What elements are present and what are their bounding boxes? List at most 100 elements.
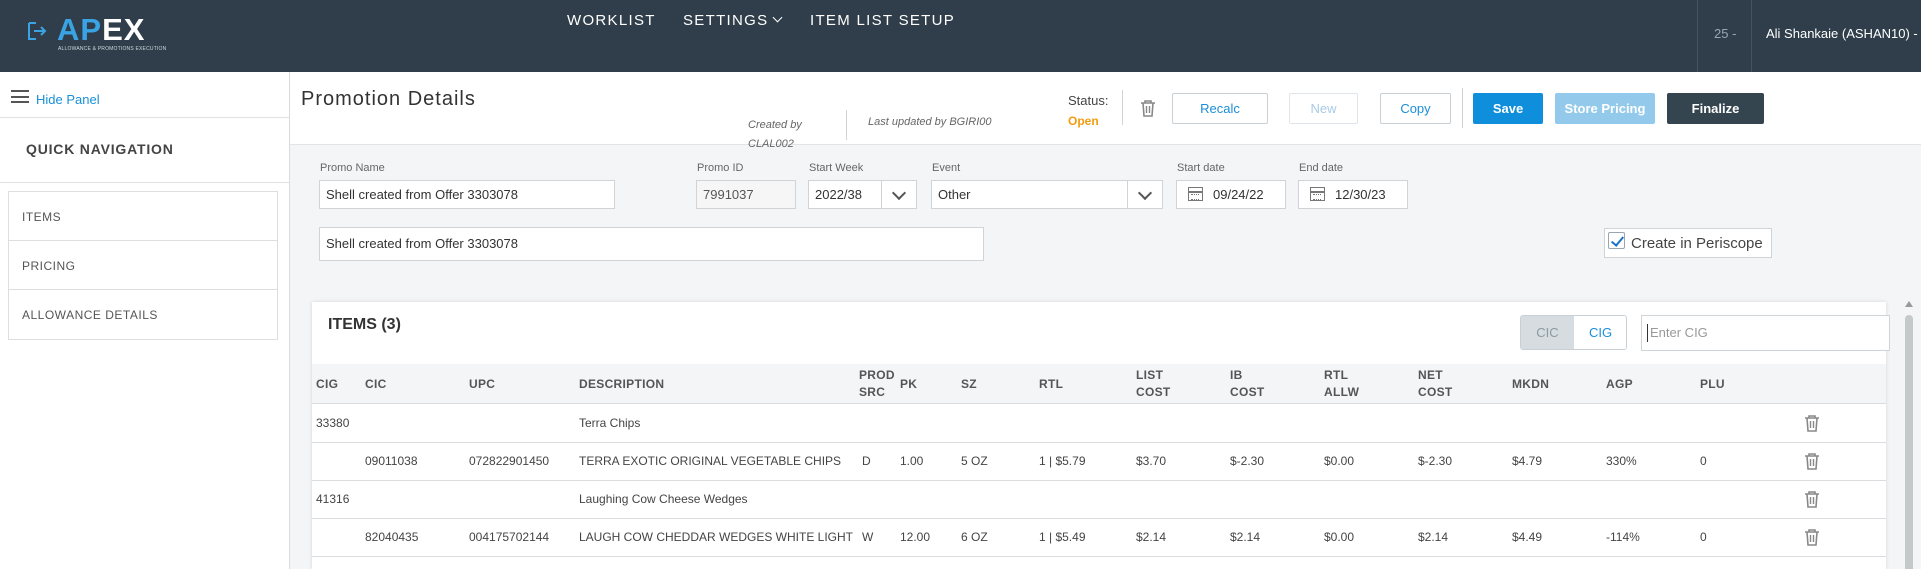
user-menu[interactable]: Ali Shankaie (ASHAN10) -: [1766, 26, 1918, 41]
column-header-ib-cost[interactable]: IB COST: [1230, 364, 1265, 404]
column-header-sz[interactable]: SZ: [961, 364, 977, 404]
column-header-description[interactable]: DESCRIPTION: [579, 364, 664, 404]
cell-cic: 82040435: [365, 530, 419, 544]
nav-worklist[interactable]: WORKLIST: [567, 12, 656, 29]
column-header-rtl[interactable]: RTL: [1039, 364, 1063, 404]
column-header-list-cost[interactable]: LIST COST: [1136, 364, 1171, 404]
scrollbar-thumb[interactable]: [1905, 315, 1913, 569]
quick-navigation-list: ITEMS PRICING ALLOWANCE DETAILS: [8, 191, 278, 340]
scroll-up-arrow-icon[interactable]: [1905, 301, 1913, 307]
delete-promotion-trash-icon[interactable]: [1140, 99, 1156, 117]
notification-counter[interactable]: 25 -: [1714, 26, 1736, 41]
column-header-net-cost[interactable]: NET COST: [1418, 364, 1453, 404]
cell-plu: 0: [1700, 454, 1707, 468]
promotion-header: Promotion Details Created by CLAL002 Las…: [290, 72, 1921, 150]
cell-ib-cost: $2.14: [1230, 530, 1261, 544]
created-by-text: Created by CLAL002: [748, 119, 802, 150]
calendar-icon[interactable]: [1310, 187, 1325, 201]
delete-row-trash-icon[interactable]: [1804, 414, 1820, 432]
promo-name-label: Promo Name: [320, 162, 385, 174]
logout-arrow-icon[interactable]: [26, 20, 48, 42]
promo-name-field[interactable]: Shell created from Offer 3303078: [319, 180, 615, 209]
cell-mkdn: $4.49: [1512, 530, 1543, 544]
column-header-agp[interactable]: AGP: [1606, 364, 1633, 404]
cell-list-cost: $2.14: [1136, 530, 1167, 544]
quick-nav-item-allowance-details[interactable]: ALLOWANCE DETAILS: [9, 290, 277, 339]
cell-net-cost: $-2.30: [1418, 454, 1453, 468]
header-divider: [1122, 90, 1123, 125]
cig-search-input[interactable]: Enter CIG: [1641, 315, 1890, 351]
cell-upc: 072822901450: [469, 454, 550, 468]
toggle-cic[interactable]: CIC: [1521, 316, 1574, 349]
start-week-select[interactable]: 2022/38: [808, 180, 917, 209]
chevron-down-icon[interactable]: [1127, 181, 1162, 208]
cell-upc: 004175702144: [469, 530, 550, 544]
cell-rtl: 1 | $5.49: [1039, 530, 1086, 544]
column-header-plu[interactable]: PLU: [1700, 364, 1725, 404]
hide-panel-link[interactable]: Hide Panel: [36, 92, 100, 107]
header-divider: [1462, 88, 1463, 128]
hamburger-menu-icon[interactable]: [11, 90, 29, 103]
cell-prod-src: D: [862, 454, 871, 468]
calendar-icon[interactable]: [1188, 187, 1203, 201]
promo-id-field: 7991037: [696, 180, 796, 209]
page-title: Promotion Details: [301, 88, 476, 110]
nav-settings[interactable]: SETTINGS: [683, 12, 783, 29]
finalize-button[interactable]: Finalize: [1667, 93, 1764, 124]
apex-logo[interactable]: APEX ALLOWANCE & PROMOTIONS EXECUTION: [26, 12, 166, 52]
items-title: ITEMS (3): [328, 316, 401, 333]
cell-rtl-allw: $0.00: [1324, 454, 1355, 468]
hide-panel-toggle[interactable]: Hide Panel: [0, 72, 289, 117]
end-date-field[interactable]: 12/30/23: [1298, 180, 1408, 209]
column-header-cig[interactable]: CIG: [316, 364, 338, 404]
quick-navigation-title: QUICK NAVIGATION: [26, 141, 174, 157]
table-row[interactable]: 82040435 004175702144 LAUGH COW CHEDDAR …: [312, 519, 1886, 557]
cell-cig: 33380: [316, 416, 350, 430]
cell-description: TERRA EXOTIC ORIGINAL VEGETABLE CHIPS: [579, 454, 842, 468]
cell-description: Terra Chips: [579, 416, 641, 430]
create-in-periscope-checkbox[interactable]: [1608, 232, 1625, 249]
column-header-mkdn[interactable]: MKDN: [1512, 364, 1549, 404]
cell-description: LAUGH COW CHEDDAR WEDGES WHITE LIGHT: [579, 530, 854, 544]
create-in-periscope-option[interactable]: Create in Periscope: [1604, 228, 1772, 258]
store-pricing-button[interactable]: Store Pricing: [1555, 93, 1655, 124]
column-header-cic[interactable]: CIC: [365, 364, 387, 404]
chevron-down-icon: [772, 12, 783, 23]
quick-nav-item-items[interactable]: ITEMS: [9, 192, 277, 241]
start-date-field[interactable]: 09/24/22: [1176, 180, 1286, 209]
event-label: Event: [932, 162, 961, 174]
cell-agp: 330%: [1606, 454, 1637, 468]
cic-cig-toggle[interactable]: CIC CIG: [1520, 315, 1627, 350]
copy-button[interactable]: Copy: [1380, 93, 1451, 124]
save-button[interactable]: Save: [1473, 93, 1543, 124]
chevron-down-icon[interactable]: [881, 181, 916, 208]
topbar-divider: [1697, 0, 1698, 72]
quick-navigation-header: QUICK NAVIGATION: [0, 117, 289, 183]
status-badge: Open: [1068, 114, 1099, 128]
cell-cig: 41316: [316, 492, 350, 506]
delete-row-trash-icon[interactable]: [1804, 528, 1820, 546]
column-header-rtl-allw[interactable]: RTL ALLW: [1324, 364, 1359, 404]
table-row-group[interactable]: 41316 Laughing Cow Cheese Wedges: [312, 481, 1886, 519]
logo-tagline: ALLOWANCE & PROMOTIONS EXECUTION: [58, 46, 167, 52]
table-row[interactable]: 09011038 072822901450 TERRA EXOTIC ORIGI…: [312, 443, 1886, 481]
cell-sz: 5 OZ: [961, 454, 988, 468]
column-header-prod-src[interactable]: PROD SRC: [859, 364, 895, 404]
delete-row-trash-icon[interactable]: [1804, 490, 1820, 508]
create-in-periscope-label: Create in Periscope: [1631, 235, 1763, 252]
column-header-pk[interactable]: PK: [900, 364, 917, 404]
end-date-value: 12/30/23: [1335, 187, 1386, 202]
promo-description-field[interactable]: Shell created from Offer 3303078: [319, 227, 984, 261]
column-header-upc[interactable]: UPC: [469, 364, 495, 404]
new-button[interactable]: New: [1289, 93, 1358, 124]
toggle-cig[interactable]: CIG: [1574, 316, 1626, 349]
table-row-group[interactable]: 33380 Terra Chips: [312, 405, 1886, 443]
recalc-button[interactable]: Recalc: [1172, 93, 1268, 124]
nav-item-list-setup[interactable]: ITEM LIST SETUP: [810, 12, 955, 29]
cell-cic: 09011038: [365, 454, 418, 468]
quick-nav-item-pricing[interactable]: PRICING: [9, 241, 277, 290]
event-select[interactable]: Other: [931, 180, 1163, 209]
items-table-header: CIG CIC UPC DESCRIPTION PROD SRC PK SZ RT…: [312, 364, 1886, 404]
delete-row-trash-icon[interactable]: [1804, 452, 1820, 470]
items-scrollbar[interactable]: [1901, 294, 1917, 569]
